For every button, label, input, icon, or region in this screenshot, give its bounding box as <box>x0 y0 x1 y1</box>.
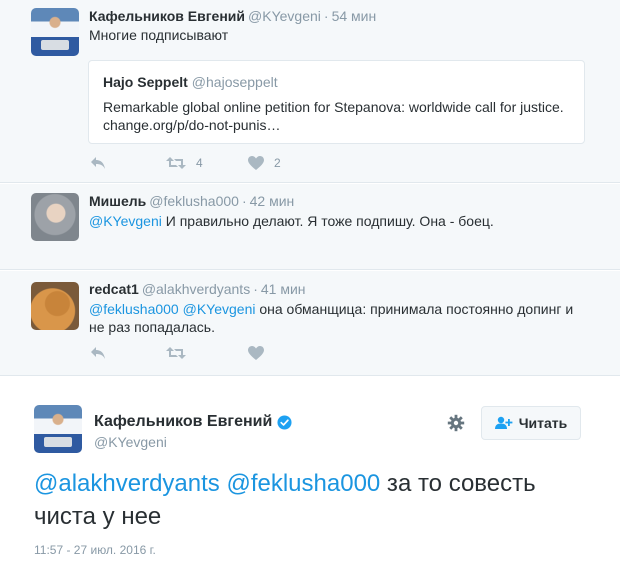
tweet-text: @feklusha000 @KYevgeni она обманщица: пр… <box>89 300 589 336</box>
reply-button[interactable] <box>90 156 106 170</box>
tweet-time[interactable]: 41 мин <box>261 281 306 297</box>
mention-link[interactable]: @feklusha000 <box>226 470 380 497</box>
avatar[interactable] <box>31 8 79 56</box>
tweet-header: redcat1 @alakhverdyants · 41 мин <box>89 281 306 297</box>
separator-dot: · <box>323 8 329 24</box>
main-tweet: Кафельников Евгений @KYevgeni Читать @al… <box>0 377 620 566</box>
mention-link[interactable]: @feklusha000 <box>89 301 179 317</box>
quoted-author-name: Hajo Seppelt <box>103 74 188 90</box>
thread-tweet-3[interactable]: redcat1 @alakhverdyants · 41 мин @feklusha0… <box>0 271 620 376</box>
thread-tweet-1[interactable]: Кафельников Евгений @KYevgeni · 54 мин Мног… <box>0 0 620 183</box>
like-count: 2 <box>274 156 281 170</box>
tweet-header: Кафельников Евгений @KYevgeni · 54 мин <box>89 8 376 24</box>
author-handle[interactable]: @feklusha000 <box>149 193 239 209</box>
reply-button[interactable] <box>90 346 106 360</box>
quoted-author-handle: @hajoseppelt <box>191 74 278 90</box>
retweet-count: 4 <box>196 156 203 170</box>
mention-link[interactable]: @KYevgeni <box>183 301 256 317</box>
like-icon <box>248 346 264 360</box>
quoted-tweet[interactable]: Hajo Seppelt @hajoseppelt Remarkable glob… <box>88 60 585 144</box>
main-author-handle[interactable]: @KYevgeni <box>94 434 167 450</box>
separator-dot: · <box>253 281 258 297</box>
author-handle[interactable]: @KYevgeni <box>248 8 321 24</box>
tweet-timestamp[interactable]: 11:57 - 27 июл. 2016 г. <box>34 543 156 557</box>
tweet-header: Мишель @feklusha000 · 42 мин <box>89 193 294 209</box>
retweet-button[interactable]: 4 <box>166 156 203 170</box>
avatar[interactable] <box>34 405 82 453</box>
main-author-name-text[interactable]: Кафельников Евгений <box>94 413 272 431</box>
retweet-icon <box>166 157 186 169</box>
reply-icon <box>91 157 105 169</box>
tweet-text: Многие подписывают <box>89 27 229 43</box>
follow-button[interactable]: Читать <box>481 406 581 440</box>
verified-icon <box>277 414 292 430</box>
author-name[interactable]: redcat1 <box>89 281 139 297</box>
mention-link[interactable]: @KYevgeni <box>89 213 162 229</box>
author-name[interactable]: Кафельников Евгений <box>89 8 245 24</box>
reply-icon <box>91 347 105 359</box>
avatar[interactable] <box>31 193 79 241</box>
follow-icon <box>494 416 513 429</box>
like-button[interactable]: 2 <box>248 156 281 170</box>
tweet-time[interactable]: 42 мин <box>250 193 295 209</box>
more-options-button[interactable] <box>447 414 465 437</box>
mention-link[interactable]: @alakhverdyants <box>34 470 220 497</box>
author-handle[interactable]: @alakhverdyants <box>142 281 250 297</box>
avatar[interactable] <box>31 282 79 330</box>
follow-button-label: Читать <box>518 415 568 431</box>
like-button[interactable] <box>248 346 264 360</box>
quoted-author: Hajo Seppelt @hajoseppelt <box>103 74 278 90</box>
thread-tweet-2[interactable]: Мишель @feklusha000 · 42 мин @KYevgeni И пр… <box>0 184 620 270</box>
tweet-text-body: И правильно делают. Я тоже подпишу. Она … <box>161 213 494 229</box>
tweet-text: @KYevgeni И правильно делают. Я тоже под… <box>89 212 494 230</box>
main-author-name[interactable]: Кафельников Евгений <box>94 413 292 431</box>
separator-dot: · <box>241 193 247 209</box>
main-tweet-text: @alakhverdyants @feklusha000 за то совес… <box>34 467 594 533</box>
quoted-text: Remarkable global online petition for St… <box>103 99 564 133</box>
author-name[interactable]: Мишель <box>89 193 146 209</box>
gear-icon <box>447 414 465 432</box>
tweet-time[interactable]: 54 мин <box>332 8 377 24</box>
like-icon <box>248 156 264 170</box>
retweet-button[interactable] <box>166 346 186 360</box>
retweet-icon <box>166 347 186 359</box>
